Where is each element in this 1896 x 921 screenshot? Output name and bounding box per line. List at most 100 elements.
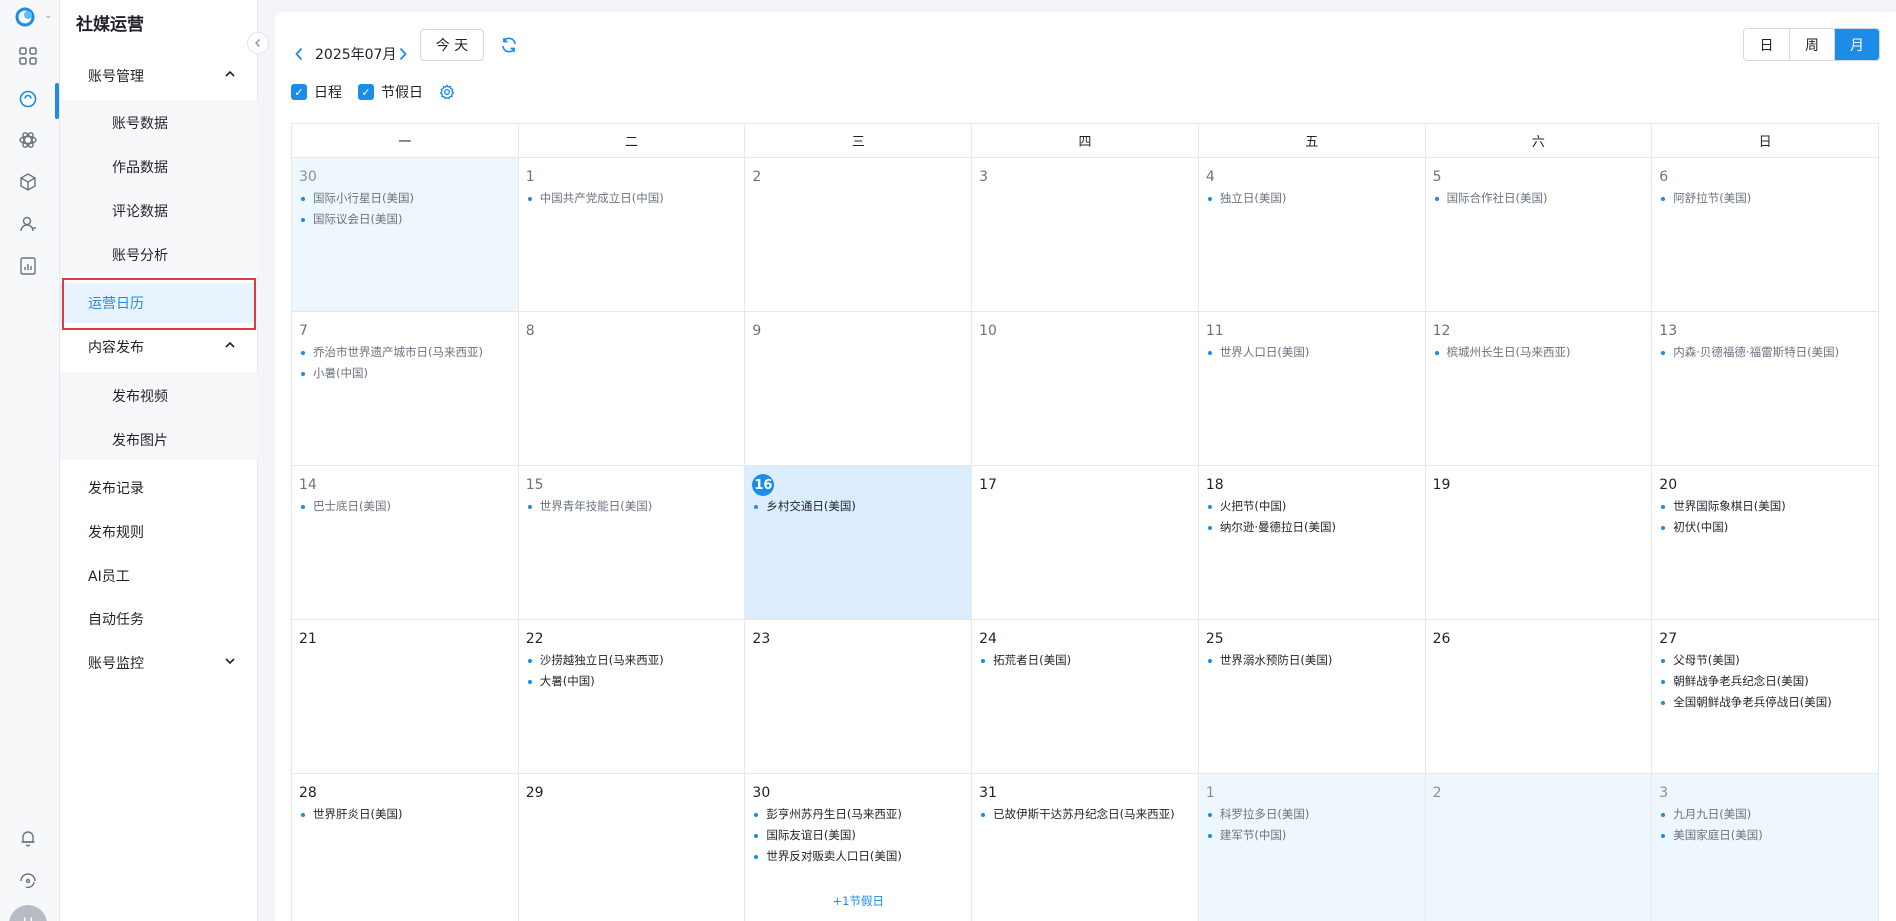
menu-item-publish-rules[interactable]: 发布规则 <box>60 512 258 552</box>
calendar-day-cell[interactable]: 21 <box>292 620 519 774</box>
calendar-day-cell[interactable]: 7 乔治市世界遗产城市日(马来西亚) 小暑(中国) <box>292 312 519 466</box>
avatar[interactable]: U <box>9 905 47 921</box>
gear-icon[interactable] <box>439 84 455 100</box>
chat-icon[interactable] <box>17 88 39 110</box>
apps-grid-icon[interactable] <box>17 45 39 67</box>
sidebar-collapse-button[interactable] <box>247 32 269 54</box>
calendar-event[interactable]: 火把节(中国) <box>1206 496 1418 517</box>
next-month-button[interactable] <box>395 44 411 64</box>
calendar-event[interactable]: 国际小行星日(美国) <box>299 188 511 209</box>
view-month-button[interactable]: 月 <box>1834 29 1879 60</box>
calendar-day-cell[interactable]: 23 <box>745 620 973 774</box>
atom-icon[interactable] <box>17 129 39 151</box>
cube-icon[interactable] <box>17 171 39 193</box>
calendar-event[interactable]: 初伏(中国) <box>1659 517 1871 538</box>
calendar-day-cell[interactable]: 26 <box>1425 620 1653 774</box>
menu-item-publish-image[interactable]: 发布图片 <box>60 420 258 460</box>
calendar-event[interactable]: 国际议会日(美国) <box>299 209 511 230</box>
calendar-event[interactable]: 独立日(美国) <box>1206 188 1418 209</box>
calendar-day-cell[interactable]: 4 独立日(美国) <box>1198 158 1426 312</box>
calendar-event[interactable]: 内森·贝德福德·福雷斯特日(美国) <box>1659 342 1871 363</box>
calendar-day-cell[interactable]: 1 科罗拉多日(美国) 建军节(中国) <box>1198 774 1426 921</box>
calendar-event[interactable]: 父母节(美国) <box>1659 650 1871 671</box>
user-icon[interactable] <box>17 213 39 235</box>
calendar-day-cell[interactable]: 24 拓荒者日(美国) <box>972 620 1199 774</box>
calendar-day-cell[interactable]: 30 彭亨州苏丹生日(马来西亚) 国际友谊日(美国) 世界反对贩卖人口日(美国) +1节… <box>745 774 973 921</box>
bell-icon[interactable] <box>17 827 39 849</box>
logo-icon[interactable] <box>14 6 40 28</box>
calendar-event[interactable]: 彭亨州苏丹生日(马来西亚) <box>752 804 964 825</box>
prev-month-button[interactable] <box>291 44 307 64</box>
calendar-day-cell[interactable]: 2 <box>1425 774 1653 921</box>
calendar-day-cell[interactable]: 6 阿舒拉节(美国) <box>1652 158 1879 312</box>
calendar-event[interactable]: 科罗拉多日(美国) <box>1206 804 1418 825</box>
calendar-event[interactable]: 世界国际象棋日(美国) <box>1659 496 1871 517</box>
schedule-checkbox[interactable]: ✓ 日程 <box>291 82 342 102</box>
menu-group-account[interactable]: 账号管理 <box>60 56 258 96</box>
calendar-day-cell[interactable]: 1 中国共产党成立日(中国) <box>518 158 746 312</box>
calendar-event[interactable]: 乔治市世界遗产城市日(马来西亚) <box>299 342 511 363</box>
calendar-event[interactable]: 九月九日(美国) <box>1659 804 1871 825</box>
chevron-down-icon[interactable]: ⌄ <box>44 10 52 21</box>
menu-group-content-publish[interactable]: 内容发布 <box>60 327 258 367</box>
calendar-day-cell[interactable]: 27 父母节(美国) 朝鲜战争老兵纪念日(美国) 全国朝鲜战争老兵停战日(美国) <box>1652 620 1879 774</box>
calendar-day-cell[interactable]: 22 沙捞越独立日(马来西亚) 大暑(中国) <box>518 620 746 774</box>
calendar-day-cell[interactable]: 3 <box>972 158 1199 312</box>
calendar-day-cell[interactable]: 10 <box>972 312 1199 466</box>
calendar-event[interactable]: 拓荒者日(美国) <box>979 650 1191 671</box>
calendar-day-cell[interactable]: 29 <box>519 774 746 921</box>
calendar-event[interactable]: 世界溺水预防日(美国) <box>1206 650 1418 671</box>
calendar-event[interactable]: 乡村交通日(美国) <box>752 496 964 517</box>
menu-item-ai-staff[interactable]: AI员工 <box>60 556 258 596</box>
calendar-day-cell[interactable]: 28 世界肝炎日(美国) <box>292 774 519 921</box>
menu-item-publish-video[interactable]: 发布视频 <box>60 376 258 416</box>
holiday-checkbox[interactable]: ✓ 节假日 <box>358 82 423 102</box>
calendar-day-cell[interactable]: 13 内森·贝德福德·福雷斯特日(美国) <box>1652 312 1879 466</box>
calendar-day-cell[interactable]: 15 世界青年技能日(美国) <box>518 466 746 620</box>
view-day-button[interactable]: 日 <box>1744 29 1789 60</box>
calendar-day-cell[interactable]: 16 乡村交通日(美国) <box>745 466 973 620</box>
calendar-event[interactable]: 世界反对贩卖人口日(美国) <box>752 846 964 867</box>
calendar-event[interactable]: 朝鲜战争老兵纪念日(美国) <box>1659 671 1871 692</box>
view-week-button[interactable]: 周 <box>1789 29 1834 60</box>
calendar-event[interactable]: 建军节(中国) <box>1206 825 1418 846</box>
report-icon[interactable] <box>17 255 39 277</box>
calendar-event[interactable]: 世界人口日(美国) <box>1206 342 1418 363</box>
calendar-event[interactable]: 沙捞越独立日(马来西亚) <box>526 650 738 671</box>
more-holidays-link[interactable]: +1节假日 <box>752 893 964 909</box>
calendar-day-cell[interactable]: 9 <box>745 312 973 466</box>
calendar-day-cell[interactable]: 30 国际小行星日(美国) 国际议会日(美国) <box>292 158 519 312</box>
calendar-day-cell[interactable]: 17 <box>972 466 1199 620</box>
menu-item-publish-records[interactable]: 发布记录 <box>60 468 258 508</box>
calendar-event[interactable]: 槟城州长生日(马来西亚) <box>1433 342 1645 363</box>
calendar-day-cell[interactable]: 25 世界溺水预防日(美国) <box>1198 620 1426 774</box>
calendar-day-cell[interactable]: 31 已故伊斯干达苏丹纪念日(马来西亚) <box>972 774 1199 921</box>
calendar-event[interactable]: 国际友谊日(美国) <box>752 825 964 846</box>
calendar-event[interactable]: 小暑(中国) <box>299 363 511 384</box>
calendar-event[interactable]: 纳尔逊·曼德拉日(美国) <box>1206 517 1418 538</box>
calendar-event[interactable]: 中国共产党成立日(中国) <box>526 188 738 209</box>
calendar-day-cell[interactable]: 20 世界国际象棋日(美国) 初伏(中国) <box>1652 466 1879 620</box>
menu-item-account-analysis[interactable]: 账号分析 <box>60 235 258 275</box>
calendar-day-cell[interactable]: 11 世界人口日(美国) <box>1198 312 1426 466</box>
calendar-day-cell[interactable]: 18 火把节(中国) 纳尔逊·曼德拉日(美国) <box>1198 466 1426 620</box>
calendar-event[interactable]: 全国朝鲜战争老兵停战日(美国) <box>1659 692 1871 713</box>
calendar-event[interactable]: 世界青年技能日(美国) <box>526 496 738 517</box>
calendar-event[interactable]: 国际合作社日(美国) <box>1433 188 1645 209</box>
calendar-event[interactable]: 世界肝炎日(美国) <box>299 804 511 825</box>
calendar-event[interactable]: 阿舒拉节(美国) <box>1659 188 1871 209</box>
calendar-event[interactable]: 大暑(中国) <box>526 671 738 692</box>
menu-item-ops-calendar[interactable]: 运营日历 <box>60 283 258 323</box>
menu-group-account-monitor[interactable]: 账号监控 <box>60 643 258 683</box>
menu-item-auto-tasks[interactable]: 自动任务 <box>60 599 258 639</box>
calendar-day-cell[interactable]: 8 <box>518 312 746 466</box>
calendar-day-cell[interactable]: 14 巴士底日(美国) <box>292 466 519 620</box>
menu-item-account-data[interactable]: 账号数据 <box>60 103 258 143</box>
calendar-day-cell[interactable]: 2 <box>745 158 973 312</box>
support-icon[interactable] <box>17 869 39 891</box>
menu-item-comment-data[interactable]: 评论数据 <box>60 191 258 231</box>
calendar-day-cell[interactable]: 3 九月九日(美国) 美国家庭日(美国) <box>1652 774 1879 921</box>
today-button[interactable]: 今 天 <box>420 29 484 61</box>
calendar-event[interactable]: 美国家庭日(美国) <box>1659 825 1871 846</box>
calendar-day-cell[interactable]: 19 <box>1425 466 1653 620</box>
